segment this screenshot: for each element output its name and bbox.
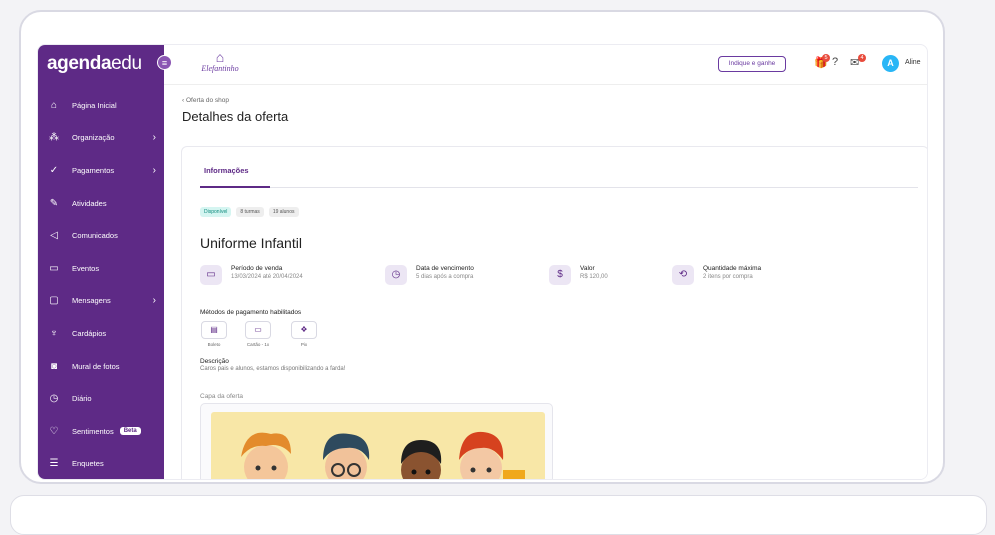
- school-building-icon: ⌂: [215, 49, 225, 65]
- clock-icon: ◷: [49, 393, 59, 405]
- beta-badge: Beta: [119, 427, 141, 436]
- status-badge: Disponível: [200, 207, 232, 217]
- payment-cartao: ▭ Cartão - 1x: [244, 321, 272, 347]
- main-content: ‹ Oferta do shop Detalhes da oferta Info…: [164, 85, 927, 479]
- cover-image-frame: [200, 403, 553, 479]
- chevron-right-icon: ›: [152, 132, 156, 144]
- page-title: Detalhes da oferta: [182, 109, 289, 124]
- offer-title: Uniforme Infantil: [200, 235, 302, 251]
- sidebar: agendaedu ⌂ Página Inicial ⁂ Organização › …: [38, 45, 164, 479]
- boleto-icon: ▤: [201, 321, 227, 339]
- bottom-card: [10, 495, 987, 535]
- info-quantidade: ⟲ Quantidade máxima 2 itens por compra: [672, 265, 761, 285]
- cover-title: Capa da oferta: [200, 393, 244, 400]
- org-icon: ⁂: [49, 132, 59, 144]
- sidebar-item-pagina-inicial[interactable]: ⌂ Página Inicial: [38, 89, 164, 122]
- offer-card: Informações Disponível 8 turmas 19 aluno…: [181, 146, 927, 479]
- list-icon: ☰: [49, 458, 59, 470]
- heart-icon: ♡: [49, 425, 59, 437]
- sidebar-item-atividades[interactable]: ✎ Atividades: [38, 187, 164, 220]
- home-icon: ⌂: [50, 99, 58, 111]
- pencil-icon: ✎: [49, 197, 59, 209]
- info-vencimento: ◷ Data de vencimento 5 dias após a compra: [385, 265, 474, 285]
- description-title: Descrição: [200, 358, 229, 365]
- description-text: Caros pais e alunos, estamos disponibili…: [200, 366, 346, 372]
- cover-image: [211, 412, 545, 479]
- camera-icon: ◙: [50, 360, 58, 372]
- chat-icon: ▢: [49, 295, 59, 307]
- status-badges: Disponível 8 turmas 19 alunos: [200, 207, 299, 217]
- help-icon[interactable]: ?: [832, 56, 838, 68]
- quantity-icon: ⟲: [672, 265, 694, 285]
- sidebar-item-organizacao[interactable]: ⁂ Organização ›: [38, 122, 164, 155]
- topbar: ⌂ Elefantinho Indique e ganhe 🎁 5 ? ✉ 4 …: [164, 45, 927, 85]
- alunos-badge: 19 alunos: [268, 207, 299, 217]
- sidebar-item-enquetes[interactable]: ☰ Enquetes: [38, 448, 164, 479]
- payment-methods-title: Métodos de pagamento habilitados: [200, 309, 302, 316]
- food-icon: ♆: [50, 327, 58, 339]
- tab-active-indicator: [200, 186, 270, 188]
- chevron-right-icon: ›: [152, 164, 156, 176]
- info-periodo: ▭ Período de venda 13/03/2024 até 20/04/2…: [200, 265, 303, 285]
- calendar-clock-icon: ◷: [385, 265, 407, 285]
- sidebar-item-comunicados[interactable]: ◁ Comunicados: [38, 219, 164, 252]
- megaphone-icon: ◁: [50, 230, 58, 242]
- sidebar-item-diario[interactable]: ◷ Diário: [38, 382, 164, 415]
- sidebar-item-eventos[interactable]: ▭ Eventos: [38, 252, 164, 285]
- sidebar-item-cardapios[interactable]: ♆ Cardápios: [38, 317, 164, 350]
- indique-e-ganhe-button[interactable]: Indique e ganhe: [718, 56, 786, 72]
- sidebar-item-sentimentos[interactable]: ♡ Sentimentos Beta: [38, 415, 164, 448]
- dollar-icon: $: [549, 265, 571, 285]
- card-icon: ▭: [245, 321, 271, 339]
- user-name[interactable]: Aline: [905, 59, 921, 66]
- app-window: agendaedu ⌂ Página Inicial ⁂ Organização › …: [37, 44, 928, 480]
- turmas-badge: 8 turmas: [236, 207, 264, 217]
- info-valor: $ Valor R$ 120,00: [549, 265, 608, 285]
- sidebar-item-mensagens[interactable]: ▢ Mensagens ›: [38, 285, 164, 318]
- pix-icon: ❖: [291, 321, 317, 339]
- sidebar-menu: ⌂ Página Inicial ⁂ Organização › ✓ Pagamento…: [38, 89, 164, 479]
- avatar[interactable]: A: [882, 55, 899, 72]
- sidebar-item-mural-de-fotos[interactable]: ◙ Mural de fotos: [38, 350, 164, 383]
- tab-divider: [200, 187, 918, 188]
- calendar-icon: ▭: [49, 262, 59, 274]
- tab-informacoes[interactable]: Informações: [204, 166, 249, 175]
- notification-badge: 5: [822, 54, 830, 62]
- check-icon: ✓: [49, 164, 59, 176]
- payment-boleto: ▤ Boleto: [200, 321, 228, 347]
- breadcrumb[interactable]: ‹ Oferta do shop: [182, 97, 229, 104]
- app-logo[interactable]: agendaedu: [47, 53, 142, 75]
- message-badge: 4: [858, 54, 866, 62]
- payment-pix: ❖ Pix: [290, 321, 318, 347]
- sidebar-item-pagamentos[interactable]: ✓ Pagamentos ›: [38, 154, 164, 187]
- kids-illustration: [241, 431, 525, 479]
- school-logo[interactable]: ⌂ Elefantinho: [200, 50, 240, 73]
- calendar-icon: ▭: [200, 265, 222, 285]
- chevron-right-icon: ›: [152, 295, 156, 307]
